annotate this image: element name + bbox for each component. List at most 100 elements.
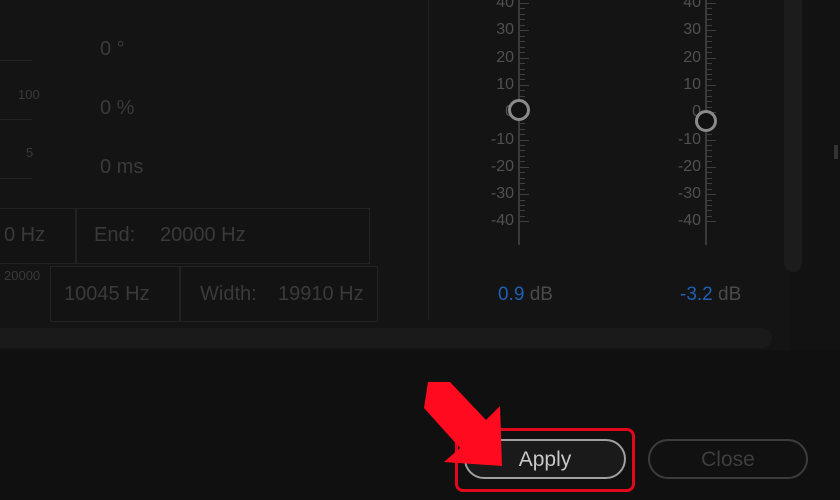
minor-tick (707, 188, 712, 190)
major-tick (707, 30, 716, 32)
major-tick (707, 166, 716, 168)
degree-value: 0 ° (100, 38, 125, 60)
tick-label: 40 (496, 0, 514, 11)
minor-tick (520, 52, 525, 54)
left-gain-unit: dB (529, 284, 553, 305)
minor-tick (520, 134, 525, 136)
minor-tick (520, 210, 525, 212)
major-tick (520, 84, 529, 86)
red-arrow-icon (424, 382, 502, 466)
minor-tick (520, 63, 525, 65)
minor-tick (707, 19, 712, 21)
close-button[interactable]: Close (648, 439, 808, 479)
minor-tick (520, 199, 525, 201)
minor-tick (707, 52, 712, 54)
minor-tick (520, 46, 525, 48)
slider-line-3[interactable] (0, 178, 32, 179)
tick-label: 10 (683, 75, 701, 93)
major-tick (707, 221, 716, 223)
tick-label: -40 (490, 212, 514, 230)
tick-label: -20 (677, 157, 701, 175)
minor-tick (707, 63, 712, 65)
minor-tick (707, 73, 712, 75)
left-gain-slider[interactable]: 403020100-10-20-30-40 (480, 0, 560, 250)
tick-label: -30 (490, 185, 514, 203)
minor-tick (520, 24, 525, 26)
minor-tick (707, 35, 712, 37)
percent-value: 0 % (100, 97, 135, 119)
minor-tick (520, 35, 525, 37)
minor-tick (520, 172, 525, 174)
minor-tick (707, 215, 712, 217)
major-tick (520, 57, 529, 59)
minor-tick (707, 41, 712, 43)
tick-label: 10 (496, 75, 514, 93)
left-gain-value[interactable]: 0.9 (498, 284, 524, 305)
major-tick (520, 30, 529, 32)
major-tick (707, 57, 716, 59)
end-value: 20000 Hz (160, 224, 246, 246)
tick-label: 20 (496, 48, 514, 66)
minor-tick (520, 90, 525, 92)
minor-tick (520, 155, 525, 157)
slider-line-1[interactable] (0, 60, 32, 61)
minor-tick (520, 8, 525, 10)
right-gain-unit: dB (718, 284, 742, 305)
tick-label: -10 (677, 130, 701, 148)
minor-tick (520, 215, 525, 217)
major-tick (520, 139, 529, 141)
major-tick (520, 3, 529, 4)
center-value: 10045 Hz (64, 283, 150, 305)
minor-tick (707, 205, 712, 207)
tick-label: -10 (490, 130, 514, 148)
end-label: End: (94, 224, 136, 246)
minor-tick (707, 183, 712, 185)
minor-tick (520, 177, 525, 179)
range-min-label: 5 (26, 145, 34, 160)
minor-tick (520, 68, 525, 70)
left-gain-readout: 0.9 dB (498, 284, 553, 306)
minor-tick (520, 183, 525, 185)
minor-tick (707, 8, 712, 10)
minor-tick (707, 106, 712, 108)
vertical-scrollbar[interactable] (784, 0, 802, 272)
panel-divider (428, 0, 429, 320)
minor-tick (707, 68, 712, 70)
freq-max-label: 20000 (4, 268, 41, 283)
major-tick (707, 194, 716, 196)
minor-tick (520, 128, 525, 130)
minor-tick (520, 144, 525, 146)
minor-tick (707, 134, 712, 136)
width-label: Width: (200, 283, 257, 305)
minor-tick (520, 19, 525, 21)
minor-tick (520, 79, 525, 81)
tick-label: -20 (490, 157, 514, 175)
slider-line-2[interactable] (0, 119, 32, 120)
minor-tick (707, 210, 712, 212)
range-max-label: 100 (18, 87, 40, 102)
major-tick (707, 3, 716, 4)
right-gain-slider[interactable]: 40 30 20 10 0 -10 -20 -30 -40 (667, 0, 747, 250)
major-tick (520, 166, 529, 168)
tick-label: 30 (683, 21, 701, 39)
major-tick (707, 139, 716, 141)
resize-handle[interactable] (834, 145, 838, 159)
slider-knob[interactable] (508, 98, 530, 121)
minor-tick (520, 123, 525, 125)
minor-tick (520, 95, 525, 97)
ms-value: 0 ms (100, 156, 144, 178)
slider-knob[interactable] (695, 109, 717, 132)
minor-tick (520, 150, 525, 152)
width-value: 19910 Hz (278, 283, 364, 305)
minor-tick (707, 101, 712, 103)
tick-label: 20 (683, 48, 701, 66)
minor-tick (707, 144, 712, 146)
major-tick (520, 194, 529, 196)
right-gain-value[interactable]: -3.2 (680, 284, 713, 305)
minor-tick (707, 150, 712, 152)
dialog-window: 0 ° 0 % 0 ms 100 5 20000 0 Hz End: 20000… (0, 0, 840, 500)
minor-tick (520, 41, 525, 43)
minor-tick (707, 199, 712, 201)
minor-tick (707, 155, 712, 157)
horizontal-scrollbar[interactable] (0, 328, 772, 348)
